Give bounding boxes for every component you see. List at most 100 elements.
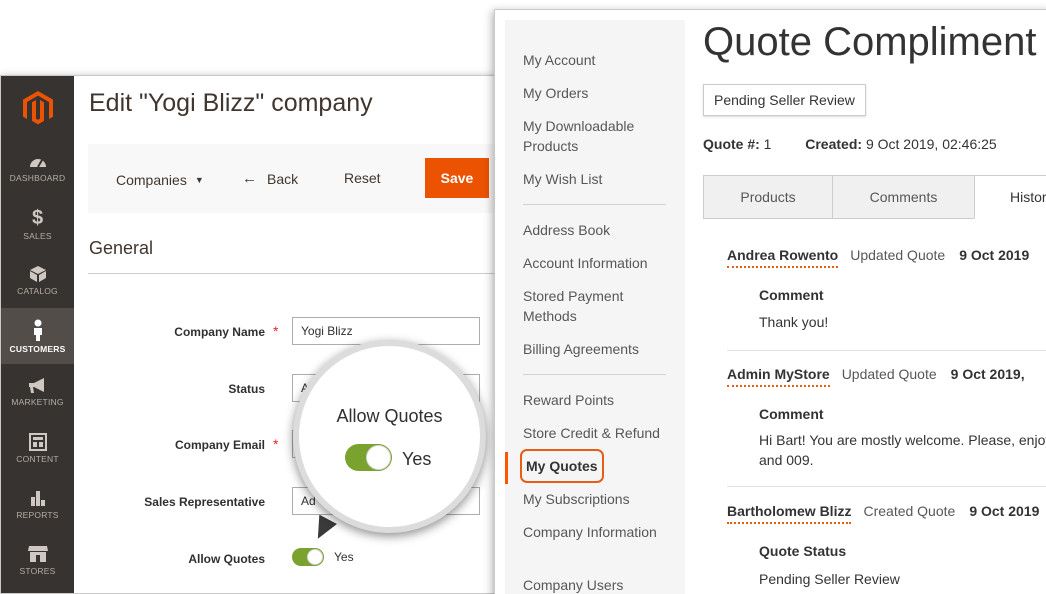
history-entry-header: Bartholomew Blizz Created Quote 9 Oct 2019 [727,503,1039,524]
history-author: Bartholomew Blizz [727,503,852,524]
magnified-allow-quotes-toggle[interactable] [345,444,392,471]
storefront-window: My Account My Orders My Downloadable Pro… [494,9,1046,594]
history-body: Thank you! [759,314,829,330]
history-divider [727,350,1046,351]
allow-quotes-toggle[interactable] [292,548,324,566]
page-title: Edit "Yogi Blizz" company [89,89,373,117]
bar-chart-icon [30,490,45,506]
account-nav-subscriptions[interactable]: My Subscriptions [523,489,673,509]
account-nav-my-quotes[interactable]: My Quotes [520,449,604,483]
toggle-knob [366,445,391,470]
nav-divider [523,374,666,375]
companies-label: Companies [116,172,187,188]
allow-quotes-row: Allow Quotes Yes [88,544,497,574]
nav-label: CONTENT [16,453,59,464]
account-nav-account-info[interactable]: Account Information [523,253,673,273]
account-nav-wish-list[interactable]: My Wish List [523,169,673,189]
nav-customers[interactable]: CUSTOMERS [1,308,74,364]
account-nav-downloadable[interactable]: My Downloadable Products [523,116,673,156]
history-date: 9 Oct 2019 [959,247,1030,263]
section-general-title[interactable]: General [89,238,153,259]
created-label: Created: [805,136,863,152]
history-action: Created Quote [863,503,956,519]
history-author: Admin MyStore [727,366,830,387]
account-nav-address-book[interactable]: Address Book [523,220,673,240]
dashboard-icon [29,158,46,167]
tab-comments[interactable]: Comments [832,175,975,219]
nav-label: CATALOG [17,285,58,296]
nav-sales[interactable]: $ SALES [1,196,74,252]
history-author: Andrea Rowento [727,247,839,268]
account-nav-my-account[interactable]: My Account [523,50,673,70]
back-button[interactable]: ← Back [242,170,298,187]
quote-title: Quote Compliment [703,20,1037,64]
quote-status-badge: Pending Seller Review [703,84,866,116]
arrow-left-icon: ← [242,170,257,187]
quote-number-label: Quote #: [703,136,760,152]
nav-marketing[interactable]: MARKETING [1,364,74,420]
account-nav-payment-methods[interactable]: Stored Payment Methods [523,286,673,326]
admin-sidebar: DASHBOARD $ SALES CATALOG CUSTOMERS MARK… [1,76,74,593]
history-action: Updated Quote [841,366,937,382]
nav-label: STORES [19,565,56,576]
magento-logo[interactable] [1,76,74,140]
page-actions-bar: Companies ▼ ← Back Reset Save [88,144,497,213]
tab-history[interactable]: History [974,175,1046,219]
allow-quotes-value: Yes [334,550,354,564]
history-body: Hi Bart! You are mostly welcome. Please,… [759,432,1046,468]
tab-products[interactable]: Products [703,175,833,219]
nav-label: SALES [23,230,52,241]
account-nav-store-credit[interactable]: Store Credit & Refund [523,423,673,443]
nav-label: CUSTOMERS [9,343,66,354]
account-nav-company-info[interactable]: Company Information [523,522,673,542]
history-heading: Quote Status [759,543,847,559]
history-divider [727,486,1046,487]
nav-reports[interactable]: REPORTS [1,476,74,532]
created-value: 9 Oct 2019, 02:46:25 [865,136,997,152]
nav-label: REPORTS [16,509,59,520]
quote-number: 1 [763,136,772,152]
caret-down-icon: ▼ [194,175,204,185]
store-icon [27,545,48,562]
layout-icon [28,432,47,451]
magnified-toggle-value: Yes [402,449,432,469]
megaphone-icon [28,377,44,393]
save-button[interactable]: Save [425,158,489,198]
nav-catalog[interactable]: CATALOG [1,252,74,308]
nav-stores[interactable]: STORES [1,532,74,588]
account-nav-company-users[interactable]: Company Users [523,575,673,594]
nav-divider [523,204,666,205]
required-marker: * [273,323,279,339]
sales-rep-label: Sales Representative [144,495,265,509]
nav-label: DASHBOARD [9,172,66,183]
history-heading: Comment [759,287,824,303]
history-entry-header: Admin MyStore Updated Quote 9 Oct 2019, [727,366,1025,387]
company-name-row: Company Name * [88,317,497,347]
magnifier-title: Allow Quotes [336,406,443,426]
person-icon [33,319,42,341]
account-nav-billing[interactable]: Billing Agreements [523,339,673,359]
history-date: 9 Oct 2019, [950,366,1025,382]
dollar-icon: $ [31,206,44,229]
magento-logo-icon [22,91,53,125]
company-email-label: Company Email [174,438,265,452]
nav-content[interactable]: CONTENT [1,420,74,476]
account-nav-reward-points[interactable]: Reward Points [523,390,673,410]
companies-switcher[interactable]: Companies ▼ [116,172,204,188]
company-name-label: Company Name [174,325,265,339]
magnifier-callout: Allow Quotes Yes [293,340,486,533]
toggle-knob [307,549,323,565]
active-indicator [505,452,508,484]
history-action: Updated Quote [850,247,946,263]
required-marker: * [273,436,279,452]
nav-dashboard[interactable]: DASHBOARD [1,140,74,196]
history-heading: Comment [759,406,824,422]
history-entry-header: Andrea Rowento Updated Quote 9 Oct 2019 [727,247,1030,268]
quote-meta: Quote #: 1 Created: 9 Oct 2019, 02:46:25 [703,136,997,152]
nav-label: MARKETING [11,396,64,407]
history-body: Pending Seller Review [759,571,900,587]
reset-button[interactable]: Reset [344,170,381,186]
account-nav-my-orders[interactable]: My Orders [523,83,673,103]
cube-icon [29,265,46,282]
status-label: Status [228,382,265,396]
